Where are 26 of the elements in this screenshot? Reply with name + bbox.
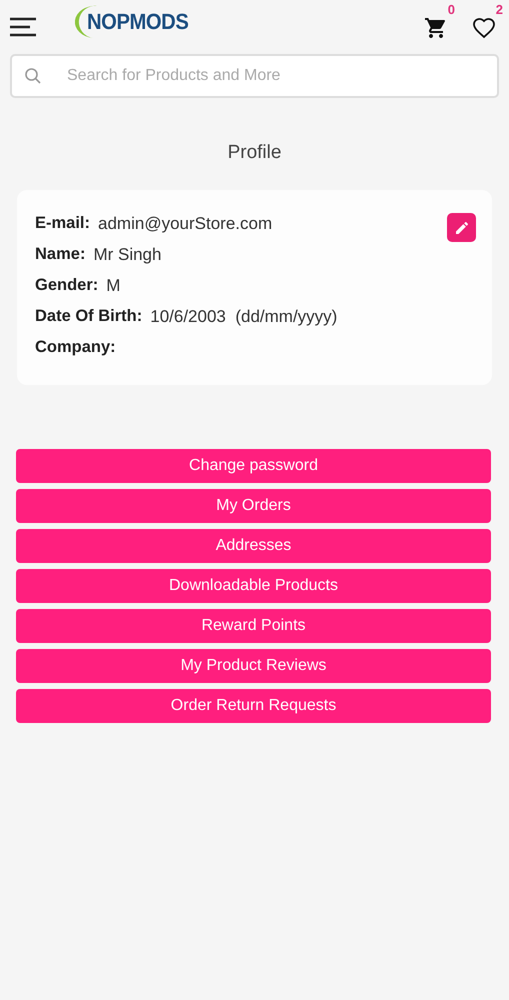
- field-value: 10/6/2003 (dd/mm/yyyy): [150, 306, 338, 328]
- menu-button[interactable]: My Orders: [16, 489, 491, 523]
- logo[interactable]: NOPMODS: [75, 3, 198, 41]
- field-value: M: [106, 275, 120, 297]
- wishlist-count: 2: [496, 2, 503, 17]
- field-label: E-mail:: [35, 213, 90, 234]
- menu-button[interactable]: Order Return Requests: [16, 689, 491, 723]
- menu-button[interactable]: Addresses: [16, 529, 491, 563]
- cart-count: 0: [448, 2, 455, 17]
- field-label: Gender:: [35, 275, 98, 296]
- search-field[interactable]: Search for Products and More: [10, 54, 499, 98]
- menu-button[interactable]: Downloadable Products: [16, 569, 491, 603]
- field-label: Company:: [35, 337, 116, 358]
- search-icon: [24, 67, 42, 85]
- field-label: Date Of Birth:: [35, 306, 142, 327]
- heart-icon[interactable]: [471, 16, 497, 40]
- edit-button[interactable]: [447, 213, 476, 242]
- menu-button[interactable]: My Product Reviews: [16, 649, 491, 683]
- menu-icon[interactable]: [9, 17, 37, 37]
- page-title: Profile: [226, 142, 282, 164]
- field-value: admin@yourStore.com: [98, 213, 272, 235]
- field-value: Mr Singh: [93, 244, 162, 266]
- field-label: Name:: [35, 244, 86, 265]
- menu-button[interactable]: Change password: [16, 449, 491, 483]
- pencil-icon: [454, 220, 470, 236]
- menu-button[interactable]: Reward Points: [16, 609, 491, 643]
